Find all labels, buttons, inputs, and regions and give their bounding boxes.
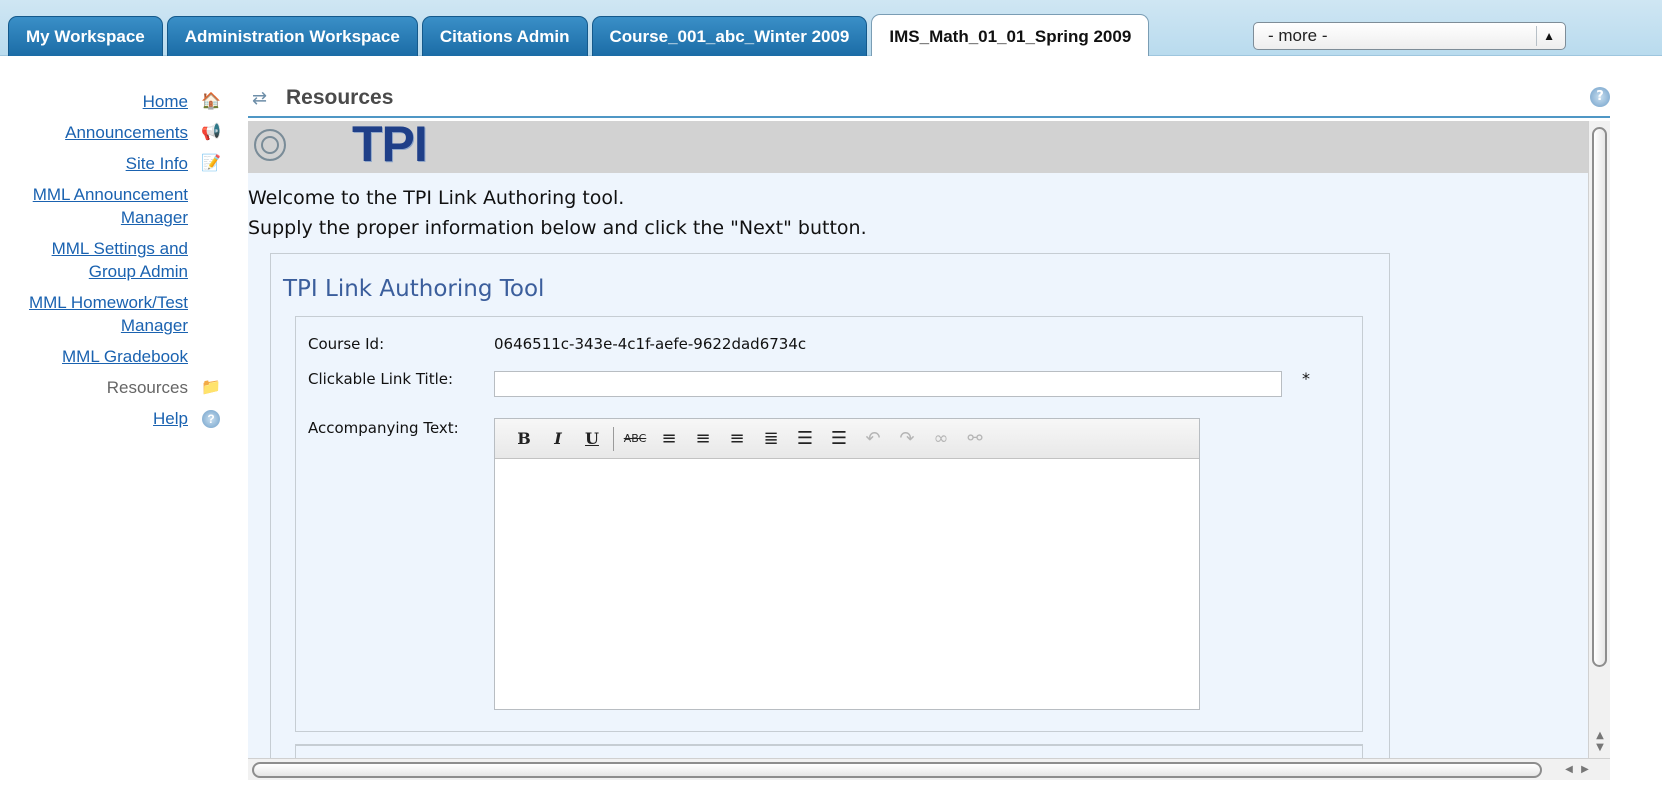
nav-item-site-info[interactable]: Site Info 📝 [0,152,232,175]
nav-label-mml-settings-and-group-admin[interactable]: MML Settings and Group Admin [52,239,188,281]
announcements-icon: 📢 [201,124,221,141]
nav-label-announcements[interactable]: Announcements [65,123,188,142]
site-tab-bar: My Workspace Administration Workspace Cita… [0,0,1662,56]
link-title-input[interactable] [494,371,1282,397]
tab-course-001-abc-winter-2009[interactable]: Course_001_abc_Winter 2009 [591,16,868,56]
align-left-button[interactable]: ≡ [652,425,686,453]
portlet-title: Resources [286,86,394,109]
redo-button[interactable]: ↷ [890,425,924,453]
course-id-value: 0646511c-343e-4c1f-aefe-9622dad6734c [494,335,807,353]
vertical-scroll-thumb[interactable] [1592,127,1607,667]
nav-label-mml-homework-test-manager[interactable]: MML Homework/Test Manager [29,293,188,335]
nav-label-home[interactable]: Home [143,92,188,111]
help-icon[interactable]: ? [1590,87,1610,107]
scroll-left-icon[interactable]: ◀ [1562,763,1576,777]
bullet-list-button[interactable]: ☰ [788,425,822,453]
scroll-right-icon[interactable]: ▶ [1578,763,1592,777]
select-divider [1536,26,1537,46]
tpi-logo: TPI [352,121,428,172]
unlink-button[interactable]: ⚯ [958,425,992,453]
site-info-icon: 📝 [201,155,221,172]
nav-label-help[interactable]: Help [153,409,188,428]
tab-citations-admin[interactable]: Citations Admin [421,16,588,56]
folder-icon: 📁 [201,379,221,396]
link-title-label: Clickable Link Title: [308,370,454,388]
welcome-text: Welcome to the TPI Link Authoring tool. … [248,183,867,243]
horizontal-scrollbar[interactable]: ◀ ▶ [248,758,1610,780]
next-fieldset-edge [295,744,1363,758]
vertical-scrollbar[interactable]: ▲ ▼ [1588,121,1610,758]
nav-item-mml-settings-and-group-admin[interactable]: MML Settings and Group Admin [0,237,232,283]
link-button[interactable]: ∞ [924,425,958,453]
strikethrough-button[interactable]: ABC [618,425,652,453]
home-icon: 🏠 [201,93,221,110]
portlet-title-bar: ⇄ Resources [248,82,1610,118]
authoring-fieldset: Course Id: 0646511c-343e-4c1f-aefe-9622d… [295,316,1363,732]
more-sites-value: - more - [1268,26,1328,45]
nav-item-resources: Resources 📁 [0,376,232,399]
more-sites-select[interactable]: - more - ▲ [1253,22,1566,50]
site-tabs: My Workspace Administration Workspace Cita… [8,14,1153,56]
tool-menu: Home 🏠 Announcements 📢 Site Info 📝 MML Announc… [0,90,232,438]
course-id-label: Course Id: [308,335,385,353]
accompanying-text-label: Accompanying Text: [308,419,459,437]
nav-label-site-info[interactable]: Site Info [126,154,188,173]
align-right-button[interactable]: ≡ [720,425,754,453]
editor-toolbar: B I U ABC ≡ ≡ ≡ ≣ ☰ ☰ ↶ ↷ ∞ ⚯ [495,419,1199,459]
editor-body[interactable] [495,459,1199,709]
spiral-icon [254,129,286,161]
required-marker: * [1302,369,1310,388]
tab-administration-workspace[interactable]: Administration Workspace [166,16,418,56]
nav-item-mml-announcement-manager[interactable]: MML Announcement Manager [0,183,232,229]
scroll-down-icon[interactable]: ▼ [1593,741,1607,755]
nav-item-help[interactable]: Help? [0,407,232,430]
nav-item-announcements[interactable]: Announcements 📢 [0,121,232,144]
underline-button[interactable]: U [575,425,609,453]
welcome-line-1: Welcome to the TPI Link Authoring tool. [248,187,625,209]
select-arrows-icon: ▲ [1543,29,1555,43]
italic-button[interactable]: I [541,425,575,453]
nav-label-resources: Resources [106,378,188,397]
nav-item-home[interactable]: Home 🏠 [0,90,232,113]
toolbar-separator [613,426,614,451]
tool-content: TPI Welcome to the TPI Link Authoring to… [248,121,1588,758]
nav-item-mml-gradebook[interactable]: MML Gradebook [0,345,232,368]
horizontal-scroll-thumb[interactable] [252,762,1542,778]
help-icon: ? [202,410,220,428]
reset-arrows-icon[interactable]: ⇄ [252,88,267,109]
nav-item-mml-homework-test-manager[interactable]: MML Homework/Test Manager [0,291,232,337]
undo-button[interactable]: ↶ [856,425,890,453]
form-title: TPI Link Authoring Tool [283,276,545,302]
align-center-button[interactable]: ≡ [686,425,720,453]
nav-label-mml-announcement-manager[interactable]: MML Announcement Manager [33,185,188,227]
numbered-list-button[interactable]: ☰ [822,425,856,453]
tpi-banner: TPI [248,121,1588,173]
welcome-line-2: Supply the proper information below and … [248,217,867,239]
tab-ims-math-01-01-spring-2009[interactable]: IMS_Math_01_01_Spring 2009 [871,14,1150,56]
tab-my-workspace[interactable]: My Workspace [8,16,163,56]
justify-button[interactable]: ≣ [754,425,788,453]
nav-label-mml-gradebook[interactable]: MML Gradebook [62,347,188,366]
authoring-form-panel: TPI Link Authoring Tool Course Id: 06465… [270,253,1390,758]
bold-button[interactable]: B [507,425,541,453]
rich-text-editor: B I U ABC ≡ ≡ ≡ ≣ ☰ ☰ ↶ ↷ ∞ ⚯ [494,418,1200,710]
